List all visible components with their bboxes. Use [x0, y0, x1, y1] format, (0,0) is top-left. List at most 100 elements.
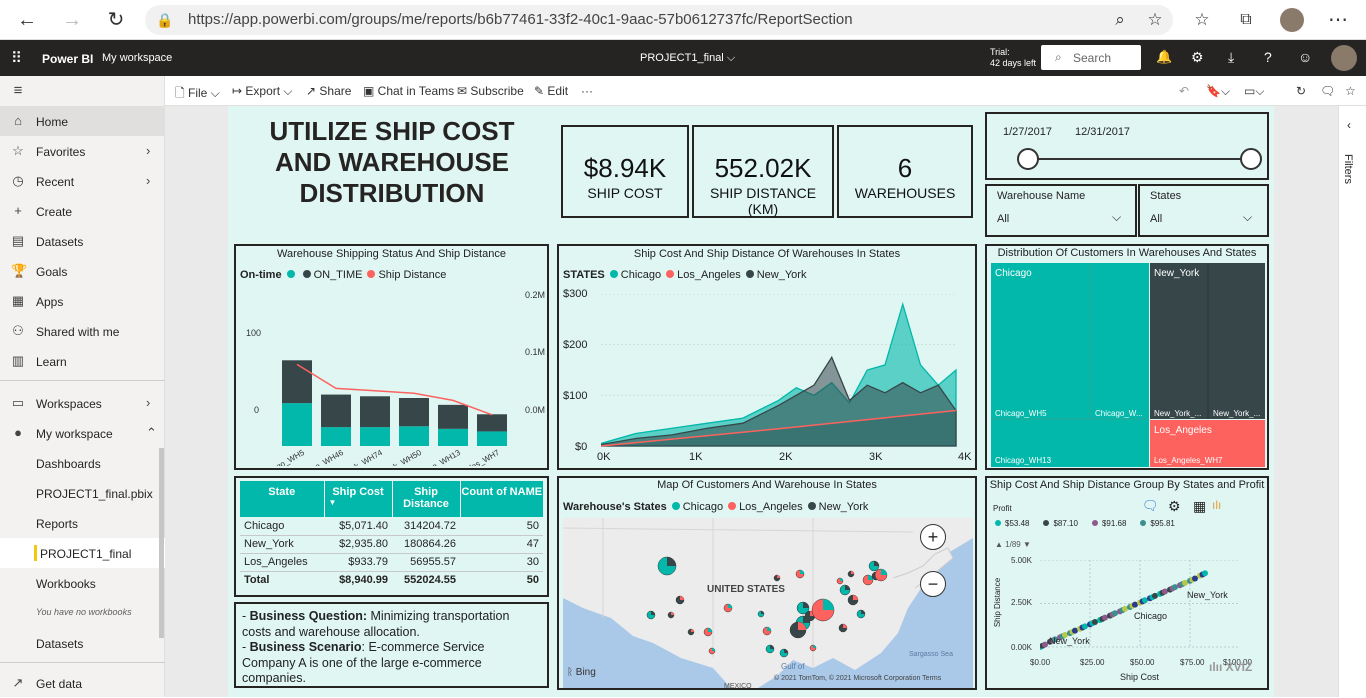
ship-cost-distance-chart[interactable]: Ship Cost And Ship Distance Of Warehouse…	[557, 244, 977, 470]
hamburger-menu-icon[interactable]: ≡	[0, 76, 165, 106]
filters-label[interactable]: Filters	[1342, 154, 1354, 184]
file-menu[interactable]: 🗋 File ⌵	[175, 84, 220, 105]
sidebar-item-create[interactable]: + Create	[0, 196, 165, 226]
filters-pane[interactable]: ‹ Filters	[1338, 106, 1366, 697]
more-options-icon[interactable]: ···	[581, 84, 593, 98]
chat-in-teams-button[interactable]: ▣ Chat in Teams	[363, 84, 454, 98]
state-summary-table[interactable]: State Ship Cost ▼ Ship Distance Count of …	[234, 476, 549, 597]
shipping-status-chart[interactable]: Warehouse Shipping Status And Ship Dista…	[234, 244, 549, 470]
workspace-item-datasets[interactable]: Datasets	[0, 628, 165, 658]
download-icon[interactable]: ⤓	[1228, 49, 1234, 66]
app-launcher-icon[interactable]: ⠿	[11, 49, 22, 67]
table-row[interactable]: Los_Angeles $933.79 56955.57 30	[240, 553, 543, 571]
workspace-item-workbooks[interactable]: Workbooks	[0, 568, 165, 598]
favorites-icon[interactable]: ☆	[1190, 8, 1214, 32]
report-title[interactable]: PROJECT1_final ⌵	[640, 52, 735, 65]
forward-icon[interactable]: →	[60, 8, 84, 32]
legend-item[interactable]: $91.68	[1091, 519, 1126, 528]
column-header[interactable]: State	[240, 481, 324, 517]
profile-avatar[interactable]	[1280, 8, 1304, 32]
start-date-input[interactable]: 1/27/2017	[997, 122, 1059, 144]
zoom-in-button[interactable]: +	[920, 524, 946, 550]
sidebar-item-recent[interactable]: ◷ Recent ›	[0, 166, 165, 196]
undo-icon[interactable]: ↶	[1179, 84, 1189, 98]
comment-icon[interactable]: 🗨	[1142, 498, 1159, 514]
bell-icon[interactable]: 🔔	[1156, 49, 1172, 65]
chevron-icon[interactable]: ›	[146, 395, 150, 410]
account-avatar[interactable]	[1331, 45, 1357, 71]
customer-distribution-treemap[interactable]: Distribution Of Customers In Warehouses …	[985, 244, 1269, 470]
zoom-out-button[interactable]: −	[920, 571, 946, 597]
column-header[interactable]: Ship Distance	[391, 481, 460, 517]
workspace-item-project1-final[interactable]: PROJECT1_final	[0, 538, 165, 568]
map-attribution[interactable]: © 2021 TomTom, © 2021 Microsoft Corporat…	[774, 675, 941, 682]
kpi-card-ship-cost[interactable]: $8.94K SHIP COST	[561, 125, 689, 218]
sidebar-item-datasets[interactable]: ▤ Datasets	[0, 226, 165, 256]
zoom-icon[interactable]: ⌕	[1108, 8, 1132, 32]
legend-item[interactable]: $53.48	[995, 519, 1029, 528]
slider-start-handle[interactable]	[1017, 148, 1039, 170]
chevron-down-icon[interactable]: ⌵	[1243, 210, 1252, 225]
refresh-icon[interactable]: ↻	[104, 8, 128, 32]
subscribe-button[interactable]: ✉ Subscribe	[457, 84, 524, 98]
legend-item[interactable]: $95.81	[1140, 519, 1175, 528]
sidebar-item-my-workspace[interactable]: ● My workspace ⌃	[0, 418, 165, 448]
profit-scatter-chart[interactable]: Ship Cost And Ship Distance Group By Sta…	[985, 476, 1269, 690]
feedback-icon[interactable]: ☺	[1298, 49, 1312, 65]
customers-map[interactable]: Map Of Customers And Warehouse In States…	[557, 476, 977, 690]
url-text[interactable]: https://app.powerbi.com/groups/me/report…	[188, 11, 853, 28]
slider-end-handle[interactable]	[1240, 148, 1262, 170]
table-icon[interactable]: ▦	[1193, 498, 1206, 515]
sidebar-item-home[interactable]: ⌂ Home	[0, 106, 165, 136]
back-icon[interactable]: ←	[15, 8, 39, 32]
add-favorite-icon[interactable]: ☆	[1143, 8, 1167, 32]
help-icon[interactable]: ?	[1264, 49, 1272, 65]
comment-icon[interactable]: 🗨	[1320, 84, 1335, 98]
states-slicer[interactable]: States All ⌵	[1138, 184, 1269, 237]
table-row[interactable]: Chicago $5,071.40 314204.72 50	[240, 517, 543, 535]
sidebar-item-workspaces[interactable]: ▭ Workspaces ›	[0, 388, 165, 418]
chevron-icon[interactable]: ›	[146, 173, 150, 188]
legend-pager[interactable]: ▲ 1/89 ▼	[995, 540, 1031, 549]
kpi-card-warehouses[interactable]: 6 WAREHOUSES	[837, 125, 973, 218]
workspace-item-reports[interactable]: Reports	[0, 508, 165, 538]
favorite-star-icon[interactable]: ☆	[1345, 84, 1356, 98]
reload-icon[interactable]: ↻	[1296, 84, 1306, 98]
workspace-link[interactable]: My workspace	[102, 52, 172, 64]
kpi-card-ship-distance[interactable]: 552.02K SHIP DISTANCE (KM)	[692, 125, 834, 218]
browser-menu-icon[interactable]: ⋯	[1326, 8, 1350, 32]
warehouse-name-slicer[interactable]: Warehouse Name All ⌵	[985, 184, 1137, 237]
end-date-input[interactable]: 12/31/2017	[1069, 122, 1135, 144]
share-button[interactable]: ↗ Share	[306, 84, 351, 98]
slicer-value[interactable]: All	[997, 213, 1009, 225]
view-icon[interactable]: ▭⌵	[1244, 84, 1264, 99]
sidebar-item-apps[interactable]: ▦ Apps	[0, 286, 165, 316]
column-header[interactable]: Count of NAME	[459, 481, 543, 517]
get-data-button[interactable]: ↗ Get data	[0, 668, 165, 698]
sidebar-scrollbar[interactable]	[159, 448, 164, 638]
chevron-icon[interactable]: ⌃	[146, 425, 157, 441]
chart-icon[interactable]: ılı	[1212, 498, 1221, 512]
sidebar-item-learn[interactable]: ▥ Learn	[0, 346, 165, 376]
chevron-icon[interactable]: ›	[146, 143, 150, 158]
column-header[interactable]: Ship Cost ▼	[323, 481, 392, 517]
collections-icon[interactable]: ⧉	[1234, 8, 1258, 32]
gear-icon[interactable]: ⚙	[1168, 498, 1181, 515]
edit-button[interactable]: ✎ Edit	[534, 84, 568, 98]
workspace-item-project1-final-pbix[interactable]: PROJECT1_final.pbix	[0, 478, 165, 508]
chevron-down-icon[interactable]: ⌵	[1112, 210, 1121, 225]
legend-item[interactable]: $87.10	[1043, 519, 1078, 528]
export-menu[interactable]: ↦ Export ⌵	[232, 84, 293, 99]
bookmark-icon[interactable]: 🔖⌵	[1206, 84, 1230, 99]
chevron-left-icon[interactable]: ‹	[1347, 118, 1351, 132]
sidebar-item-shared-with-me[interactable]: ⚇ Shared with me	[0, 316, 165, 346]
map-canvas[interactable]	[563, 518, 973, 688]
sidebar-item-favorites[interactable]: ☆ Favorites ›	[0, 136, 165, 166]
slicer-value[interactable]: All	[1150, 213, 1162, 225]
table-row[interactable]: New_York $2,935.80 180864.26 47	[240, 535, 543, 553]
brand-name[interactable]: Power BI	[42, 52, 93, 66]
sidebar-item-goals[interactable]: 🏆 Goals	[0, 256, 165, 286]
date-slicer[interactable]: 1/27/2017 12/31/2017	[985, 112, 1269, 180]
workspace-item-dashboards[interactable]: Dashboards	[0, 448, 165, 478]
gear-icon[interactable]: ⚙	[1191, 49, 1204, 66]
